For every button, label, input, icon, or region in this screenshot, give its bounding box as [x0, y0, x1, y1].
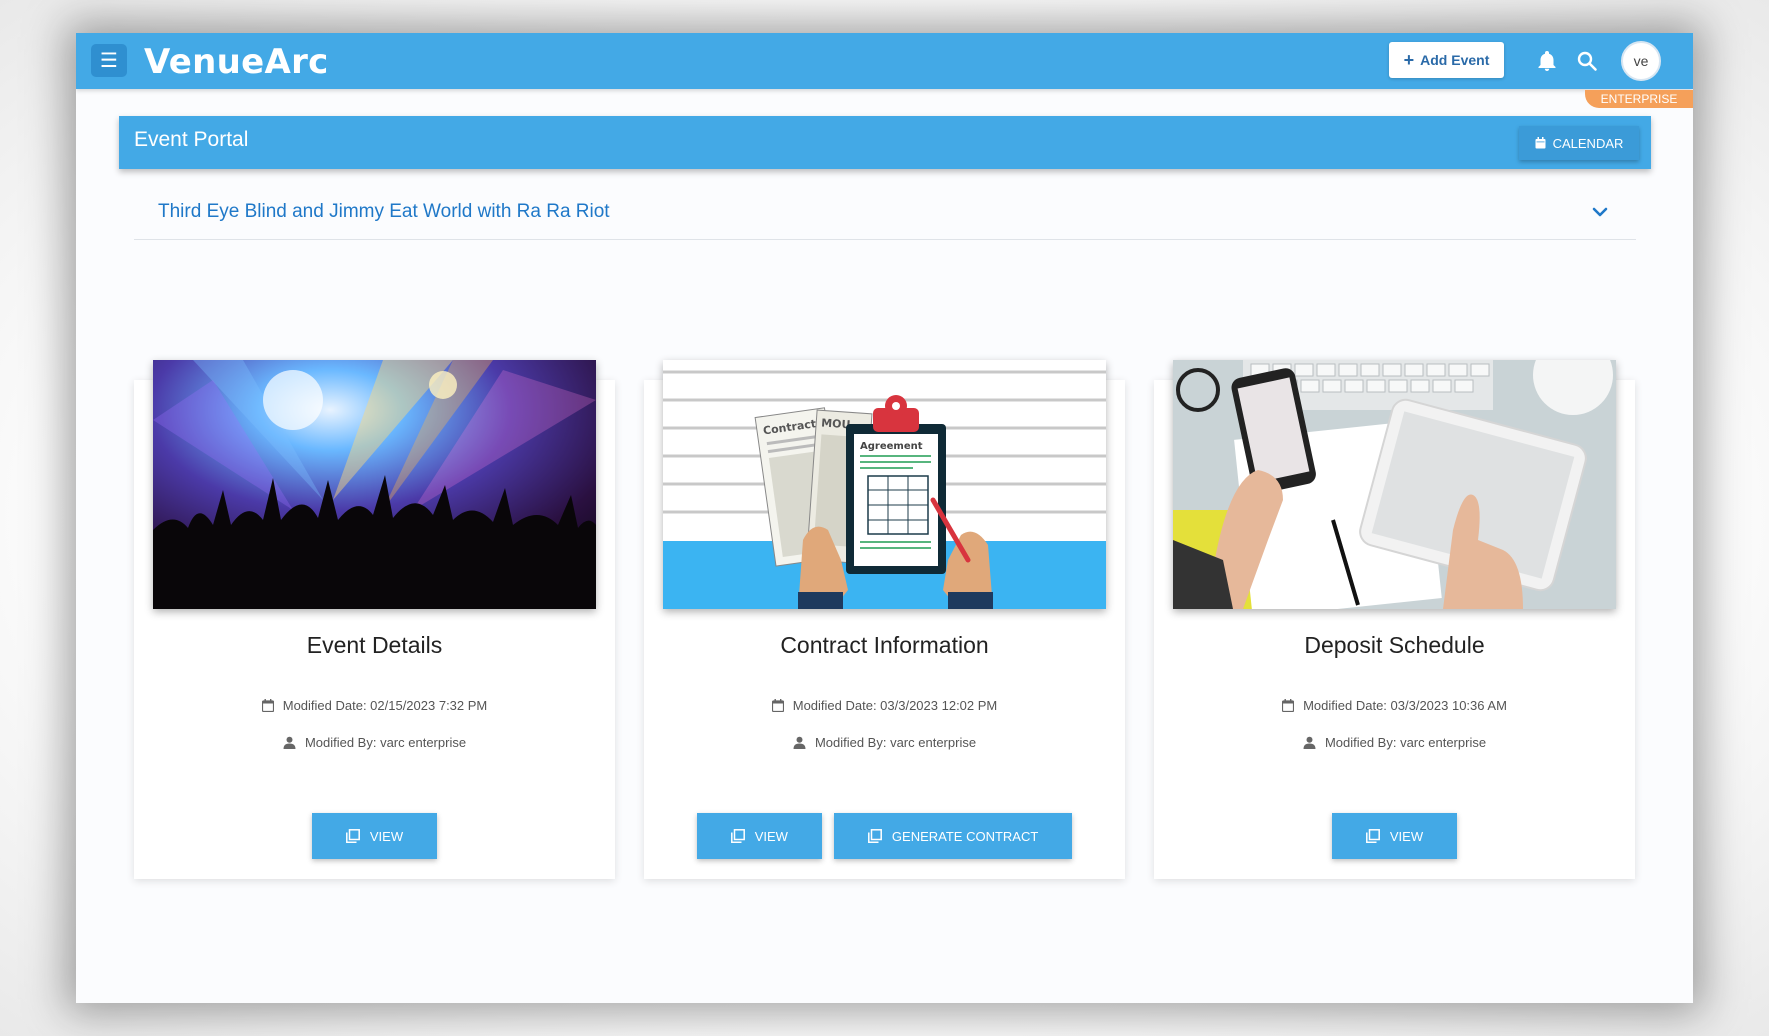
user-icon [283, 736, 296, 749]
modified-by: Modified By: varc enterprise [134, 735, 615, 750]
generate-contract-label: GENERATE CONTRACT [891, 828, 1039, 844]
agreement-doc-text: Agreement [860, 441, 923, 452]
modified-by: Modified By: varc enterprise [644, 735, 1125, 750]
view-button[interactable]: VIEW [1331, 813, 1458, 859]
deposit-schedule-image [1173, 360, 1616, 609]
modified-by-text: Modified By: varc enterprise [814, 735, 977, 750]
card-actions: VIEW [134, 813, 615, 859]
top-navbar: ☰ VenueArc + Add Event ve [76, 33, 1693, 89]
user-icon [1303, 736, 1316, 749]
calendar-icon [1535, 137, 1546, 149]
copy-icon [1365, 829, 1380, 843]
modified-by-text: Modified By: varc enterprise [1324, 735, 1487, 750]
concert-image [153, 360, 596, 609]
modified-date: Modified Date: 03/3/2023 10:36 AM [1154, 698, 1635, 713]
calendar-label: CALENDAR [1552, 135, 1624, 151]
modified-date: Modified Date: 03/3/2023 12:02 PM [644, 698, 1125, 713]
add-event-button[interactable]: + Add Event [1389, 42, 1504, 78]
search-icon[interactable] [1575, 49, 1599, 73]
modified-date-text: Modified Date: 03/3/2023 10:36 AM [1303, 698, 1507, 713]
menu-icon: ☰ [100, 50, 118, 72]
copy-icon [730, 829, 745, 843]
calendar-icon [1282, 699, 1295, 712]
chevron-down-icon[interactable] [1590, 202, 1610, 222]
add-event-label: Add Event [1420, 52, 1490, 68]
card-actions: VIEW GENERATE CONTRACT [644, 813, 1125, 859]
card-title: Deposit Schedule [1304, 632, 1485, 658]
user-avatar[interactable]: ve [1621, 41, 1661, 81]
contract-illustration: Contract MOU Agreement [663, 360, 1106, 609]
avatar-initials: ve [1633, 53, 1649, 69]
view-button[interactable]: VIEW [311, 813, 438, 859]
calendar-button[interactable]: CALENDAR [1519, 126, 1639, 160]
bell-icon[interactable] [1535, 49, 1559, 73]
modified-by: Modified By: varc enterprise [1154, 735, 1635, 750]
card-title: Contract Information [780, 632, 989, 658]
view-label: VIEW [1389, 828, 1424, 844]
event-selector[interactable]: Third Eye Blind and Jimmy Eat World with… [134, 200, 1636, 240]
generate-contract-button[interactable]: GENERATE CONTRACT [833, 813, 1073, 859]
view-label: VIEW [369, 828, 404, 844]
view-button[interactable]: VIEW [696, 813, 822, 859]
calendar-icon [771, 699, 784, 712]
user-icon [793, 736, 806, 749]
modified-date: Modified Date: 02/15/2023 7:32 PM [134, 698, 615, 713]
app-window: ☰ VenueArc + Add Event ve ENTERPRISE Eve… [76, 33, 1693, 1003]
plus-icon: + [1403, 50, 1415, 70]
portal-header: Event Portal CALENDAR [119, 116, 1651, 169]
modified-date-text: Modified Date: 03/3/2023 12:02 PM [792, 698, 998, 713]
calendar-icon [261, 699, 274, 712]
app-logo[interactable]: VenueArc [144, 42, 329, 82]
card-title: Event Details [306, 632, 443, 658]
deposit-schedule-card: Deposit Schedule Modified Date: 03/3/202… [1154, 360, 1635, 879]
hamburger-menu-button[interactable]: ☰ [91, 44, 127, 77]
event-name: Third Eye Blind and Jimmy Eat World with… [158, 201, 610, 222]
view-label: VIEW [754, 828, 788, 844]
contract-information-card: Contract MOU Agreement Contract Informat… [644, 360, 1125, 879]
page-title: Event Portal [134, 128, 249, 151]
event-details-card: Event Details Modified Date: 02/15/2023 … [134, 360, 615, 879]
modified-by-text: Modified By: varc enterprise [304, 735, 467, 750]
modified-date-text: Modified Date: 02/15/2023 7:32 PM [282, 698, 488, 713]
plan-badge: ENTERPRISE [1585, 90, 1693, 108]
card-actions: VIEW [1154, 813, 1635, 859]
copy-icon [867, 829, 882, 843]
copy-icon [345, 829, 360, 843]
